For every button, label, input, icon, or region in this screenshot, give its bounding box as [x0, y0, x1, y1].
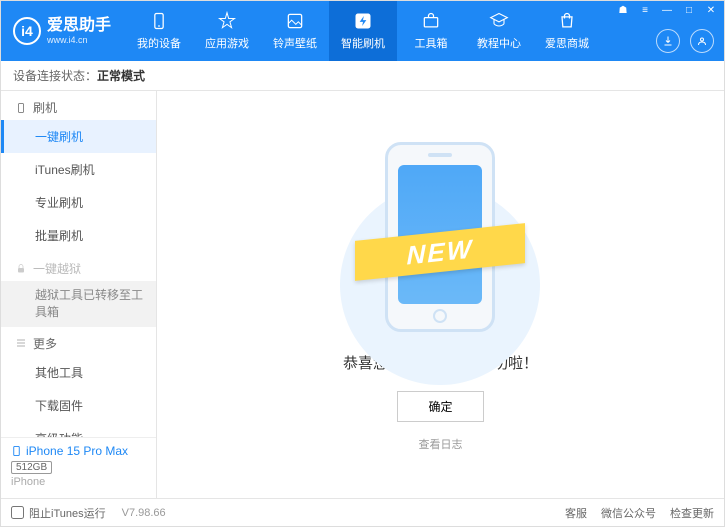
sidebar-item-advanced[interactable]: 高级功能: [1, 422, 156, 437]
sidebar-item-itunes-flash[interactable]: iTunes刷机: [1, 153, 156, 186]
device-type: iPhone: [11, 476, 146, 488]
nav-ringtone-wallpaper[interactable]: 铃声壁纸: [261, 1, 329, 61]
minimize-icon[interactable]: —: [660, 5, 674, 16]
device-name[interactable]: iPhone 15 Pro Max: [11, 444, 146, 458]
sidebar-section-more[interactable]: 更多: [1, 327, 156, 356]
sidebar-item-oneclick-flash[interactable]: 一键刷机: [1, 120, 156, 153]
footer-service[interactable]: 客服: [565, 505, 587, 521]
ok-button[interactable]: 确定: [397, 391, 483, 422]
user-button[interactable]: [690, 29, 714, 53]
menu-icon[interactable]: ≡: [638, 5, 652, 16]
version-label: V7.98.66: [122, 507, 166, 519]
sidebar-item-download-firmware[interactable]: 下载固件: [1, 389, 156, 422]
sidebar-section-jailbreak: 一键越狱: [1, 252, 156, 281]
status-value: 正常模式: [97, 67, 145, 84]
footer-wechat[interactable]: 微信公众号: [601, 505, 656, 521]
sidebar-item-other-tools[interactable]: 其他工具: [1, 356, 156, 389]
nav-toolbox[interactable]: 工具箱: [397, 1, 465, 61]
nav-tutorial[interactable]: 教程中心: [465, 1, 533, 61]
logo-icon: i4: [13, 17, 41, 45]
sidebar-section-flash[interactable]: 刷机: [1, 91, 156, 120]
download-button[interactable]: [656, 29, 680, 53]
nav-my-device[interactable]: 我的设备: [125, 1, 193, 61]
app-logo: i4 爱思助手 www.i4.cn: [1, 17, 125, 45]
phone-illustration: NEW: [365, 137, 515, 337]
device-storage: 512GB: [11, 461, 52, 474]
device-info: iPhone 15 Pro Max 512GB iPhone: [1, 437, 156, 498]
nav-store[interactable]: 爱思商城: [533, 1, 601, 61]
close-icon[interactable]: ✕: [704, 5, 718, 16]
sidebar-item-jailbreak-note: 越狱工具已转移至工具箱: [1, 281, 156, 327]
lock-icon[interactable]: ☗: [616, 5, 630, 16]
footer-check-update[interactable]: 检查更新: [670, 505, 714, 521]
nav-smart-flash[interactable]: 智能刷机: [329, 1, 397, 61]
sidebar-item-pro-flash[interactable]: 专业刷机: [1, 186, 156, 219]
sidebar-item-batch-flash[interactable]: 批量刷机: [1, 219, 156, 252]
nav-apps-games[interactable]: 应用游戏: [193, 1, 261, 61]
device-status-bar: 设备连接状态：正常模式: [1, 61, 724, 91]
block-itunes-checkbox[interactable]: 阻止iTunes运行: [11, 505, 106, 521]
view-log-link[interactable]: 查看日志: [418, 436, 462, 452]
app-url: www.i4.cn: [47, 35, 111, 45]
maximize-icon[interactable]: □: [682, 5, 696, 16]
app-name: 爱思助手: [47, 17, 111, 35]
